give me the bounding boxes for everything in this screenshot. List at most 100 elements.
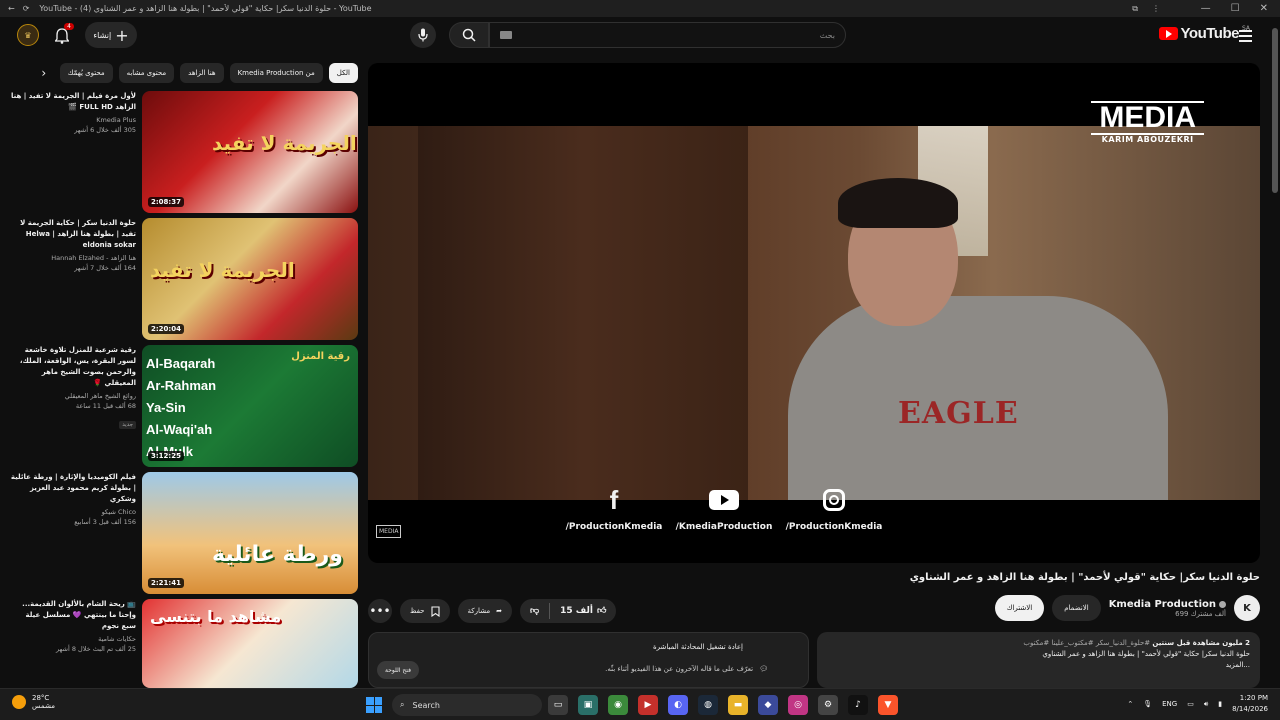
search-button[interactable] <box>449 22 489 48</box>
like-button[interactable]: 15 ألف 👍︎ <box>550 599 616 623</box>
related-video[interactable]: Al-Baqarah Ar-Rahman Ya-Sin Al-Waqi'ah A… <box>10 345 358 467</box>
related-title[interactable]: حلوة الدنيا سكر | حكاية الجريمة لا تفيد … <box>10 218 136 251</box>
brave-icon[interactable]: ▼ <box>878 695 898 715</box>
clock[interactable]: 1:20 PM 8/14/2026 <box>1232 693 1268 715</box>
kmedia-name: KARIM ABOUZEKRI <box>1101 135 1194 144</box>
video-thumbnail[interactable]: ورطة عائلية 2:21:41 <box>142 472 358 594</box>
social-youtube: /KmediaProduction <box>674 488 774 532</box>
chip-from-channel[interactable]: من Kmedia Production <box>229 63 323 83</box>
like-dislike-group: 👎︎ 15 ألف 👍︎ <box>519 599 617 623</box>
voice-search-button[interactable] <box>410 22 436 48</box>
plus-icon: + <box>115 25 129 45</box>
chip-hana-elzahed[interactable]: هنا الزاهد <box>180 63 224 83</box>
social-links: f /ProductionKmedia /KmediaProduction /P… <box>368 485 1170 533</box>
owner-row: K Kmedia Production 699 ألف مشترك الانضم… <box>994 595 1260 621</box>
show-more-link[interactable]: ...المزيد <box>827 660 1250 671</box>
youtube-app-icon[interactable]: ▶ <box>638 695 658 715</box>
chevron-left-icon[interactable]: ‹ <box>34 63 54 83</box>
channel-name-row[interactable]: Kmedia Production <box>1109 599 1226 610</box>
join-button[interactable]: الانضمام <box>1052 595 1101 621</box>
steam-icon[interactable]: ◍ <box>698 695 718 715</box>
channel-name[interactable]: Kmedia Production <box>1109 599 1216 610</box>
surah-list: Al-Baqarah Ar-Rahman Ya-Sin Al-Waqi'ah A… <box>146 353 216 463</box>
dislike-button[interactable]: 👎︎ <box>520 599 549 623</box>
related-views: 25 ألف تم البث خلال 8 أشهر <box>55 645 136 653</box>
related-title[interactable]: لأول مرة فيلم | الجريمة لا تفيد | هنا ال… <box>10 91 136 113</box>
related-channel[interactable]: Chico شيكو <box>10 507 136 517</box>
account-avatar[interactable]: ♛ <box>17 24 39 46</box>
related-video[interactable]: ورطة عائلية 2:21:41 فيلم الكوميديا والإث… <box>10 472 358 594</box>
related-title[interactable]: 📺 ريحة الشام بالألوان القديمة... وإحنا م… <box>10 599 136 632</box>
save-button[interactable]: حفظ <box>400 599 450 623</box>
extensions-icon[interactable]: ⧉ <box>1132 4 1138 14</box>
browser-menu-icon[interactable]: ⋮ <box>1152 4 1160 14</box>
maximize-icon[interactable]: ☐ <box>1231 3 1240 14</box>
related-channel[interactable]: هنا الزاهد - Hannah Elzahed <box>10 253 136 263</box>
search-input[interactable] <box>518 30 835 40</box>
share-button[interactable]: مشاركة ➦ <box>457 599 512 623</box>
channel-avatar[interactable]: K <box>1234 595 1260 621</box>
keyboard-language[interactable]: ENG <box>1162 700 1177 708</box>
create-button[interactable]: إنشاء + <box>85 22 137 48</box>
hashtags[interactable]: #حلوة_الدنيا_سكر #مكتوب_علينا #مكتوب <box>1023 639 1150 647</box>
related-channel[interactable]: Kmedia Plus <box>10 115 136 125</box>
network-icon[interactable]: ▭ <box>1187 700 1194 708</box>
chip-all[interactable]: الكل <box>328 63 358 83</box>
minimize-icon[interactable]: — <box>1201 3 1211 14</box>
reload-icon[interactable]: ⟳ <box>23 4 30 13</box>
browser-title: YouTube - (4) حلوة الدنيا سكر| حكاية "قو… <box>39 4 372 13</box>
back-icon[interactable]: ← <box>8 4 15 13</box>
taskbar-search[interactable]: ⌕ Search <box>392 694 542 716</box>
volume-icon[interactable]: 🔊︎ <box>1204 700 1208 709</box>
chat-icon: 💬︎ <box>759 665 768 673</box>
tiktok-icon[interactable]: ♪ <box>848 695 868 715</box>
video-thumbnail[interactable]: الجريمة لا تفيد 2:08:37 <box>142 91 358 213</box>
chip-similar[interactable]: محتوى مشابه <box>118 63 175 83</box>
settings-icon[interactable]: ⚙ <box>818 695 838 715</box>
notifications-button[interactable]: 4 <box>50 23 74 48</box>
video-description[interactable]: 2 مليون مشاهدة قبل سنتين #حلوة_الدنيا_سك… <box>817 632 1260 688</box>
video-thumbnail[interactable]: Al-Baqarah Ar-Rahman Ya-Sin Al-Waqi'ah A… <box>142 345 358 467</box>
thumbnail-text: رقية المنزل <box>291 351 350 362</box>
related-channel[interactable]: روائع الشيخ ماهر المعيقلي <box>10 391 136 401</box>
youtube-logo[interactable]: YouTube SA <box>1158 25 1250 42</box>
close-icon[interactable]: ✕ <box>1260 3 1268 14</box>
country-code: SA <box>1241 25 1250 32</box>
chrome-icon[interactable]: ◉ <box>608 695 628 715</box>
chip-for-you[interactable]: محتوى يُهمّك <box>59 63 113 83</box>
more-actions-button[interactable]: ••• <box>368 599 392 623</box>
task-view-icon[interactable]: ▭ <box>548 695 568 715</box>
related-title[interactable]: فيلم الكوميديا والإثارة | ورطة عائلية | … <box>10 472 136 505</box>
keyboard-icon[interactable] <box>500 31 512 39</box>
related-title[interactable]: رقية شرعية للمنزل تلاوة خاشعة لسور البقر… <box>10 345 136 389</box>
thumbs-up-icon: 👍︎ <box>596 606 607 616</box>
related-video[interactable]: مشاهد ما بتنسى 📺 ريحة الشام بالألوان الق… <box>10 599 358 688</box>
duration-badge: 2:08:37 <box>148 197 184 207</box>
time: 1:20 PM <box>1239 694 1268 702</box>
related-chips: الكل من Kmedia Production هنا الزاهد محت… <box>14 62 358 84</box>
start-button[interactable] <box>366 697 382 713</box>
page-scrollbar[interactable] <box>1272 28 1278 193</box>
video-thumbnail[interactable]: الجريمة لا تفيد 2:20:04 <box>142 218 358 340</box>
tray-chevron-icon[interactable]: ⌃ <box>1127 700 1133 708</box>
weather-widget[interactable]: 28°C مشمس <box>12 694 55 710</box>
discord-icon[interactable]: ◐ <box>668 695 688 715</box>
related-views: 156 ألف قبل 3 أسابيع <box>74 518 136 526</box>
scene-door <box>418 126 748 500</box>
related-views: 164 ألف خلال 7 أشهر <box>74 264 136 272</box>
open-panel-button[interactable]: فتح اللوحة <box>377 661 419 679</box>
instagram-app-icon[interactable]: ◎ <box>788 695 808 715</box>
related-video[interactable]: الجريمة لا تفيد 2:08:37 لأول مرة فيلم | … <box>10 91 358 213</box>
youtube-icon <box>709 490 739 510</box>
subscribe-button[interactable]: الاشتراك <box>994 595 1045 621</box>
battery-icon[interactable]: ▮ <box>1218 700 1222 708</box>
store-icon[interactable]: ▣ <box>578 695 598 715</box>
video-thumbnail[interactable]: مشاهد ما بتنسى <box>142 599 358 688</box>
related-channel[interactable]: حكايات شامية <box>10 634 136 644</box>
kmedia-logo-text: MEDIA <box>1099 101 1196 134</box>
video-player[interactable]: EAGLE MEDIA KARIM ABOUZEKRI f /Productio… <box>368 63 1260 563</box>
mic-tray-icon[interactable]: 🎙︎ <box>1143 700 1152 708</box>
file-explorer-icon[interactable]: ▬ <box>728 695 748 715</box>
related-video[interactable]: الجريمة لا تفيد 2:20:04 حلوة الدنيا سكر … <box>10 218 358 340</box>
app-icon[interactable]: ◆ <box>758 695 778 715</box>
